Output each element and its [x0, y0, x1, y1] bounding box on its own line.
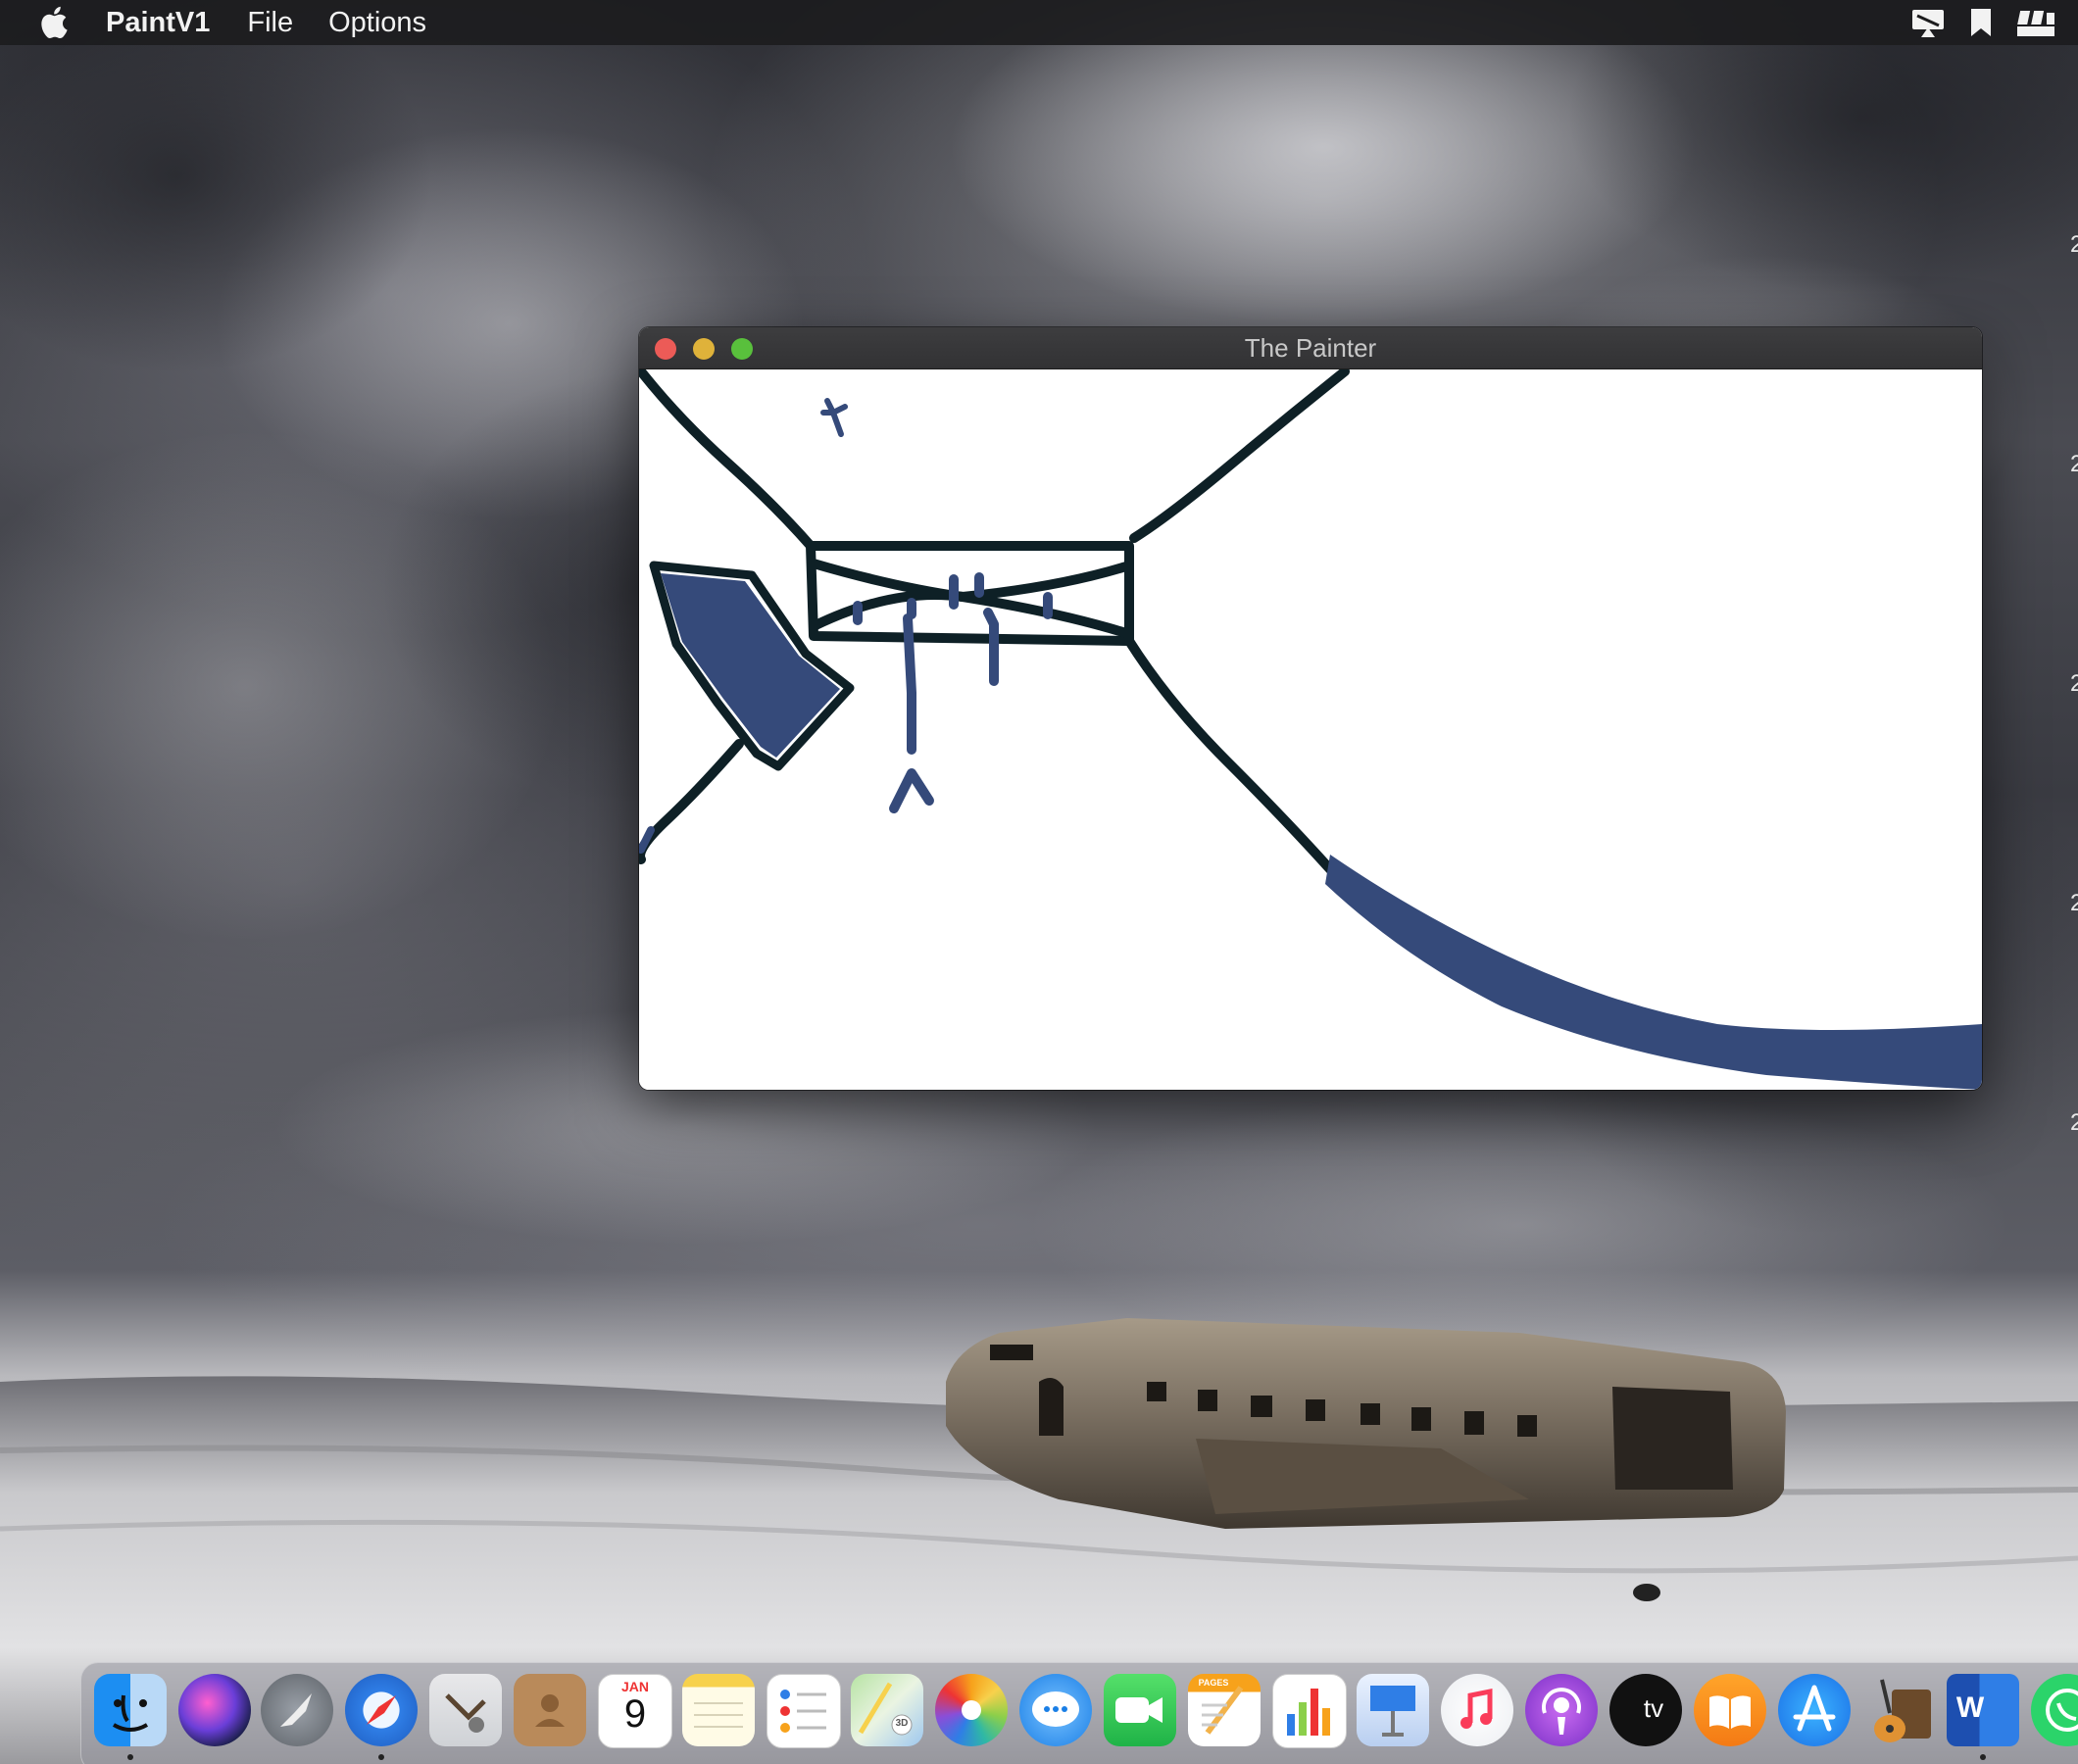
- drawing-canvas[interactable]: [639, 367, 1982, 1090]
- stroke-upper-right-curve: [1129, 367, 1350, 543]
- photos-icon[interactable]: [935, 1674, 1008, 1746]
- canvas-drawing: [639, 367, 1982, 1090]
- stroke-lower-left-diagonal: [639, 739, 744, 864]
- finder-icon[interactable]: [94, 1674, 167, 1746]
- launchpad-icon[interactable]: [261, 1674, 333, 1746]
- whatsapp-icon[interactable]: [2031, 1674, 2078, 1746]
- stroke-stick-figure-legs: [889, 768, 934, 813]
- contacts-icon[interactable]: [514, 1674, 586, 1746]
- podcasts-icon[interactable]: [1525, 1674, 1598, 1746]
- window-titlebar[interactable]: The Painter: [639, 327, 1982, 369]
- airplay-display-icon[interactable]: [1909, 6, 1947, 39]
- menu-options[interactable]: Options: [328, 7, 426, 39]
- mail-icon[interactable]: [429, 1674, 502, 1746]
- desktop: PaintV1 File Options 2 2 2 2 2 The Paint…: [0, 0, 2078, 1764]
- safari-icon[interactable]: [345, 1674, 418, 1746]
- word-label: W: [1955, 1691, 1985, 1724]
- tv-label: tv: [1643, 1693, 1664, 1723]
- siri-icon[interactable]: [178, 1674, 251, 1746]
- edge-text: 2: [2070, 890, 2078, 916]
- edge-text: 2: [2070, 1109, 2078, 1136]
- apple-menu-icon[interactable]: [37, 4, 74, 41]
- status-area: [1909, 0, 2078, 45]
- facetime-icon[interactable]: [1104, 1674, 1176, 1746]
- reminders-icon[interactable]: [767, 1674, 841, 1748]
- word-icon[interactable]: W: [1947, 1674, 2019, 1746]
- menu-bar: PaintV1 File Options: [0, 0, 2078, 45]
- calendar-icon[interactable]: JAN 9: [598, 1674, 672, 1748]
- calendar-day: 9: [623, 1692, 647, 1736]
- pages-label: PAGES: [1198, 1678, 1229, 1688]
- menu-file[interactable]: File: [247, 7, 293, 39]
- maps-3d-badge: 3D: [895, 1718, 909, 1729]
- painter-window: The Painter: [639, 327, 1982, 1090]
- stroke-small-bird: [820, 398, 848, 437]
- messages-icon[interactable]: [1019, 1674, 1092, 1746]
- keynote-icon[interactable]: [1357, 1674, 1429, 1746]
- notes-icon[interactable]: [682, 1674, 755, 1746]
- stroke-lower-right-diagonal: [1124, 636, 1335, 874]
- app-menu[interactable]: PaintV1: [106, 7, 210, 39]
- maps-icon[interactable]: 3D: [851, 1674, 923, 1746]
- stroke-left-edge-mark: [639, 826, 655, 854]
- books-icon[interactable]: [1694, 1674, 1766, 1746]
- tv-icon[interactable]: tv: [1609, 1674, 1682, 1746]
- window-title: The Painter: [1244, 333, 1377, 363]
- word-running-indicator: [1980, 1754, 1986, 1760]
- stroke-upper-left-diagonal: [639, 367, 816, 551]
- finder-running-indicator: [127, 1754, 133, 1760]
- bookshelf-icon[interactable]: [2015, 7, 2056, 38]
- pages-icon[interactable]: PAGES: [1188, 1674, 1261, 1746]
- app-store-icon[interactable]: [1778, 1674, 1851, 1746]
- numbers-icon[interactable]: [1272, 1674, 1347, 1748]
- shape-tail-brush: [1325, 855, 1982, 1090]
- music-icon[interactable]: [1441, 1674, 1513, 1746]
- bookmark-icon[interactable]: [1968, 7, 1994, 38]
- garageband-icon[interactable]: [1862, 1674, 1935, 1746]
- safari-running-indicator: [378, 1754, 384, 1760]
- stroke-figure-3: [983, 608, 999, 686]
- stroke-inner-curve-1: [809, 559, 1134, 602]
- edge-text: 2: [2070, 451, 2078, 477]
- edge-text: 2: [2070, 231, 2078, 258]
- edge-text: 2: [2070, 670, 2078, 697]
- stroke-stick-figure-body: [903, 613, 916, 755]
